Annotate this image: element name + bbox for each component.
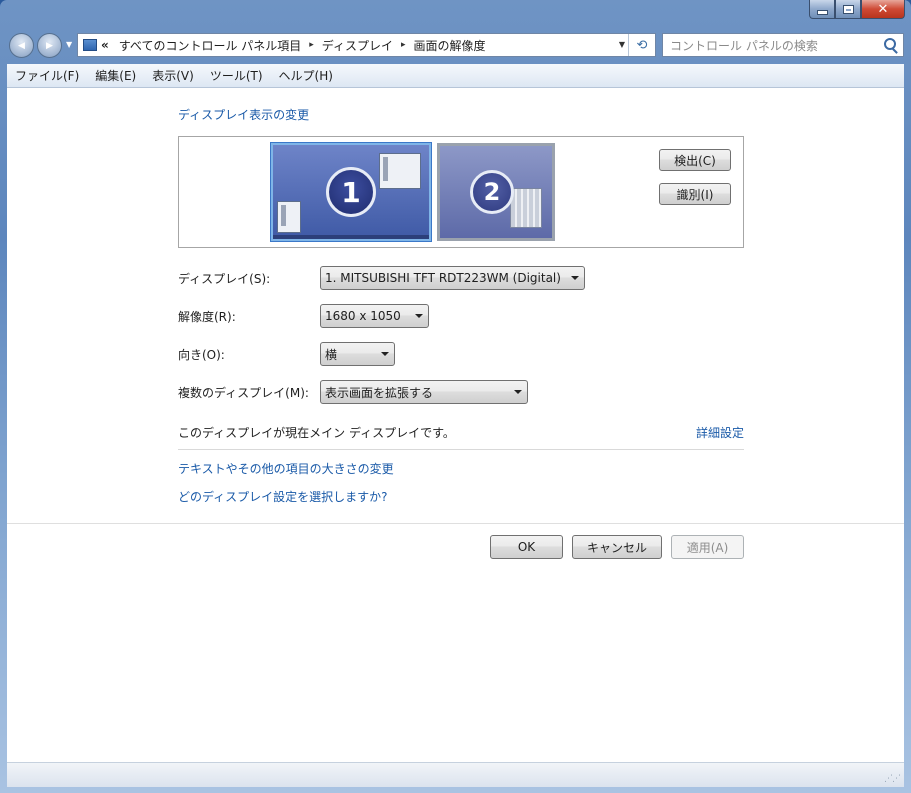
orientation-label: 向き(O):: [178, 348, 225, 362]
chevron-down-icon: [415, 314, 423, 318]
detect-button[interactable]: 検出(C): [659, 149, 731, 171]
minimize-button[interactable]: [809, 0, 835, 19]
status-bar: ⋰⋰: [7, 762, 904, 787]
mini-taskbar: [273, 235, 429, 239]
forward-button[interactable]: ▶: [37, 33, 62, 58]
content-area: ディスプレイ表示の変更 1 2 検出(C) 識別(I) ディスプレイ(S): 1…: [7, 88, 904, 762]
chevron-down-icon: [571, 276, 579, 280]
resolution-select-value: 1680 x 1050: [325, 309, 401, 323]
button-separator: [7, 523, 904, 524]
address-bar[interactable]: « すべてのコントロール パネル項目 ▸ ディスプレイ ▸ 画面の解像度 ▼ ⟲: [77, 33, 656, 57]
menu-bar: ファイル(F) 編集(E) 表示(V) ツール(T) ヘルプ(H): [7, 64, 904, 88]
display-select-value: 1. MITSUBISHI TFT RDT223WM (Digital): [325, 271, 561, 285]
breadcrumb-separator-icon[interactable]: ▸: [309, 40, 314, 50]
window-frame: ✕ ◀ ▶ ▼ « すべてのコントロール パネル項目 ▸ ディスプレイ ▸ 画面…: [0, 0, 911, 793]
advanced-settings-link[interactable]: 詳細設定: [696, 424, 744, 441]
display-label: ディスプレイ(S):: [178, 272, 271, 286]
main-display-info: このディスプレイが現在メイン ディスプレイです。: [178, 426, 455, 440]
page-title: ディスプレイ表示の変更: [178, 108, 310, 122]
recent-pages-dropdown[interactable]: ▼: [66, 40, 72, 49]
close-icon: ✕: [877, 1, 889, 17]
refresh-icon: ⟲: [636, 37, 648, 53]
caption-buttons: ✕: [809, 0, 905, 19]
search-placeholder: コントロール パネルの検索: [670, 38, 818, 53]
search-box[interactable]: コントロール パネルの検索: [662, 33, 904, 57]
menu-help[interactable]: ヘルプ(H): [271, 67, 341, 84]
navigation-bar: ◀ ▶ ▼ « すべてのコントロール パネル項目 ▸ ディスプレイ ▸ 画面の解…: [0, 29, 911, 61]
mini-window-icon: [277, 201, 301, 233]
display-select[interactable]: 1. MITSUBISHI TFT RDT223WM (Digital): [320, 266, 585, 290]
multi-display-select-value: 表示画面を拡張する: [325, 385, 434, 400]
close-button[interactable]: ✕: [861, 0, 905, 19]
monitor-arrangement-panel: 1 2 検出(C) 識別(I): [178, 136, 744, 248]
divider: [178, 449, 744, 450]
chevron-down-icon: [514, 390, 522, 394]
forward-arrow-icon: ▶: [46, 40, 53, 51]
ok-button[interactable]: OK: [490, 535, 563, 559]
apply-button[interactable]: 適用(A): [671, 535, 744, 559]
multi-display-select[interactable]: 表示画面を拡張する: [320, 380, 528, 404]
identify-button[interactable]: 識別(I): [659, 183, 731, 205]
address-dropdown-icon[interactable]: ▼: [619, 40, 625, 49]
menu-view[interactable]: 表示(V): [144, 67, 202, 84]
maximize-button[interactable]: [835, 0, 861, 19]
search-icon[interactable]: [884, 38, 896, 50]
orientation-select[interactable]: 横: [320, 342, 395, 366]
control-panel-icon: [83, 39, 97, 51]
monitor-1-number: 1: [326, 167, 376, 217]
monitor-2[interactable]: 2: [437, 143, 555, 241]
resolution-select[interactable]: 1680 x 1050: [320, 304, 429, 328]
multi-display-label: 複数のディスプレイ(M):: [178, 386, 309, 400]
back-button[interactable]: ◀: [9, 33, 34, 58]
menu-file[interactable]: ファイル(F): [7, 67, 87, 84]
resize-grip-icon[interactable]: ⋰⋰: [884, 774, 901, 784]
menu-edit[interactable]: 編集(E): [87, 67, 144, 84]
orientation-select-value: 横: [325, 347, 338, 362]
monitor-1[interactable]: 1: [271, 143, 431, 241]
which-setting-link[interactable]: どのディスプレイ設定を選択しますか?: [178, 488, 388, 505]
breadcrumb-resolution[interactable]: 画面の解像度: [414, 37, 486, 54]
resolution-label: 解像度(R):: [178, 310, 236, 324]
back-arrow-icon: ◀: [18, 40, 25, 51]
breadcrumb-display[interactable]: ディスプレイ: [322, 37, 393, 54]
monitor-2-number: 2: [470, 170, 514, 214]
cancel-button[interactable]: キャンセル: [572, 535, 662, 559]
breadcrumb-all-items[interactable]: すべてのコントロール パネル項目: [119, 37, 302, 54]
minimize-icon: [817, 10, 827, 14]
address-overflow-chevron[interactable]: «: [101, 38, 109, 52]
maximize-icon: [843, 5, 853, 13]
breadcrumb-separator-icon[interactable]: ▸: [401, 40, 406, 50]
menu-tools[interactable]: ツール(T): [202, 67, 271, 84]
mini-window-icon: [379, 153, 421, 189]
refresh-button[interactable]: ⟲: [628, 34, 655, 56]
mini-grid-icon: [510, 188, 542, 228]
text-size-link[interactable]: テキストやその他の項目の大きさの変更: [178, 460, 394, 477]
chevron-down-icon: [381, 352, 389, 356]
